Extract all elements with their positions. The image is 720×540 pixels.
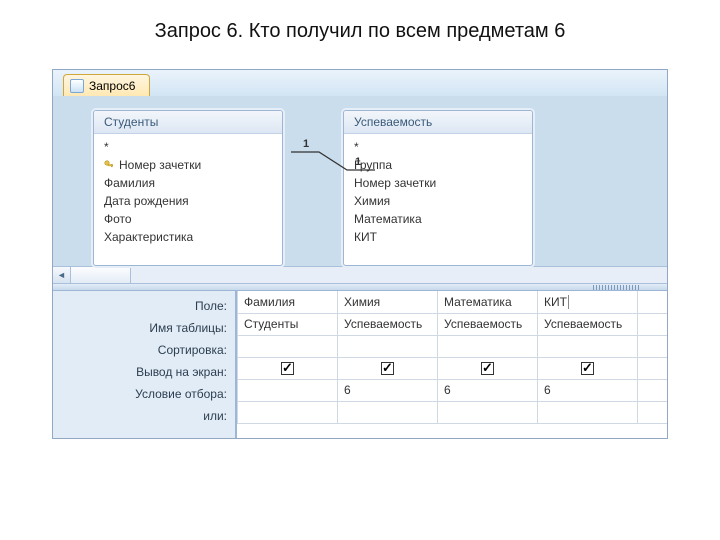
table-students-title: Студенты	[94, 111, 282, 134]
cell-empty[interactable]	[638, 313, 668, 335]
row-label-or: или:	[53, 405, 227, 427]
cell-field[interactable]: Химия	[338, 291, 438, 313]
cell-table[interactable]: Студенты	[238, 313, 338, 335]
field-grade-id[interactable]: Номер зачетки	[354, 174, 522, 192]
row-label-criteria: Условие отбора:	[53, 383, 227, 405]
page-title: Запрос 6. Кто получил по всем предметам …	[0, 0, 720, 55]
relationship-left-cardinality: 1	[303, 138, 309, 150]
row-sort	[238, 335, 668, 357]
horizontal-scrollbar[interactable]: ◄	[53, 266, 667, 284]
scroll-track[interactable]	[131, 267, 667, 283]
design-grid[interactable]: Фамилия Химия Математика КИТ Студенты Ус…	[235, 291, 667, 438]
grid-row-labels: Поле: Имя таблицы: Сортировка: Вывод на …	[53, 291, 235, 438]
field-lastname[interactable]: Фамилия	[104, 174, 272, 192]
field-chemistry[interactable]: Химия	[354, 192, 522, 210]
table-grades[interactable]: Успеваемость * Группа Номер зачетки Хими…	[343, 110, 533, 266]
cell-criteria[interactable]	[238, 379, 338, 401]
relationship-right-cardinality: 1	[355, 156, 361, 168]
table-grades-fields: * Группа Номер зачетки Химия Математика …	[344, 134, 532, 252]
table-grades-title: Успеваемость	[344, 111, 532, 134]
cell-field[interactable]: Фамилия	[238, 291, 338, 313]
row-label-field: Поле:	[53, 295, 227, 317]
cell-show[interactable]	[438, 357, 538, 379]
query-tab[interactable]: Запрос6	[63, 74, 150, 96]
checkbox-icon[interactable]	[481, 362, 494, 375]
row-label-table: Имя таблицы:	[53, 317, 227, 339]
cell-table[interactable]: Успеваемость	[438, 313, 538, 335]
row-or	[238, 401, 668, 423]
cell-or[interactable]	[538, 401, 638, 423]
checkbox-icon[interactable]	[381, 362, 394, 375]
row-criteria: 6 6 6	[238, 379, 668, 401]
checkbox-icon[interactable]	[281, 362, 294, 375]
primary-key-icon	[104, 160, 114, 170]
design-grid-pane: Поле: Имя таблицы: Сортировка: Вывод на …	[53, 291, 667, 438]
row-table: Студенты Успеваемость Успеваемость Успев…	[238, 313, 668, 335]
field-star[interactable]: *	[104, 138, 272, 156]
scroll-thumb[interactable]	[71, 267, 131, 283]
cell-sort[interactable]	[438, 335, 538, 357]
cell-show[interactable]	[338, 357, 438, 379]
cell-show[interactable]	[538, 357, 638, 379]
cell-criteria[interactable]: 6	[538, 379, 638, 401]
cell-field[interactable]: Математика	[438, 291, 538, 313]
field-star[interactable]: *	[354, 138, 522, 156]
document-tabs: Запрос6	[53, 70, 667, 96]
field-photo[interactable]: Фото	[104, 210, 272, 228]
cell-sort[interactable]	[238, 335, 338, 357]
cell-field[interactable]: КИТ	[538, 291, 638, 313]
field-label: Номер зачетки	[119, 156, 201, 174]
cell-table[interactable]: Успеваемость	[538, 313, 638, 335]
scroll-left-button[interactable]: ◄	[53, 267, 71, 283]
query-tab-label: Запрос6	[89, 79, 135, 93]
cell-table[interactable]: Успеваемость	[338, 313, 438, 335]
cell-empty[interactable]	[638, 401, 668, 423]
field-student-id[interactable]: Номер зачетки	[104, 156, 272, 174]
cell-criteria[interactable]: 6	[438, 379, 538, 401]
cell-empty[interactable]	[638, 357, 668, 379]
cell-or[interactable]	[438, 401, 538, 423]
cell-sort[interactable]	[338, 335, 438, 357]
field-kit[interactable]: КИТ	[354, 228, 522, 246]
cell-sort[interactable]	[538, 335, 638, 357]
field-group[interactable]: Группа	[354, 156, 522, 174]
cell-criteria[interactable]: 6	[338, 379, 438, 401]
query-icon	[70, 79, 84, 93]
cell-empty[interactable]	[638, 335, 668, 357]
cell-or[interactable]	[238, 401, 338, 423]
row-label-show: Вывод на экран:	[53, 361, 227, 383]
table-students[interactable]: Студенты * Номер зачетки Фамилия Дата ро…	[93, 110, 283, 266]
cell-show[interactable]	[238, 357, 338, 379]
field-math[interactable]: Математика	[354, 210, 522, 228]
query-designer-window: Запрос6 Студенты * Номер зачетки Фамилия…	[52, 69, 668, 439]
field-characteristic[interactable]: Характеристика	[104, 228, 272, 246]
row-field: Фамилия Химия Математика КИТ	[238, 291, 668, 313]
checkbox-icon[interactable]	[581, 362, 594, 375]
cell-empty[interactable]	[638, 379, 668, 401]
row-show	[238, 357, 668, 379]
field-birthdate[interactable]: Дата рождения	[104, 192, 272, 210]
pane-splitter[interactable]	[53, 284, 667, 291]
relationship-pane[interactable]: Студенты * Номер зачетки Фамилия Дата ро…	[53, 96, 667, 266]
table-students-fields: * Номер зачетки Фамилия Дата рождения Фо…	[94, 134, 282, 252]
cell-empty[interactable]	[638, 291, 668, 313]
cell-or[interactable]	[338, 401, 438, 423]
row-label-sort: Сортировка:	[53, 339, 227, 361]
